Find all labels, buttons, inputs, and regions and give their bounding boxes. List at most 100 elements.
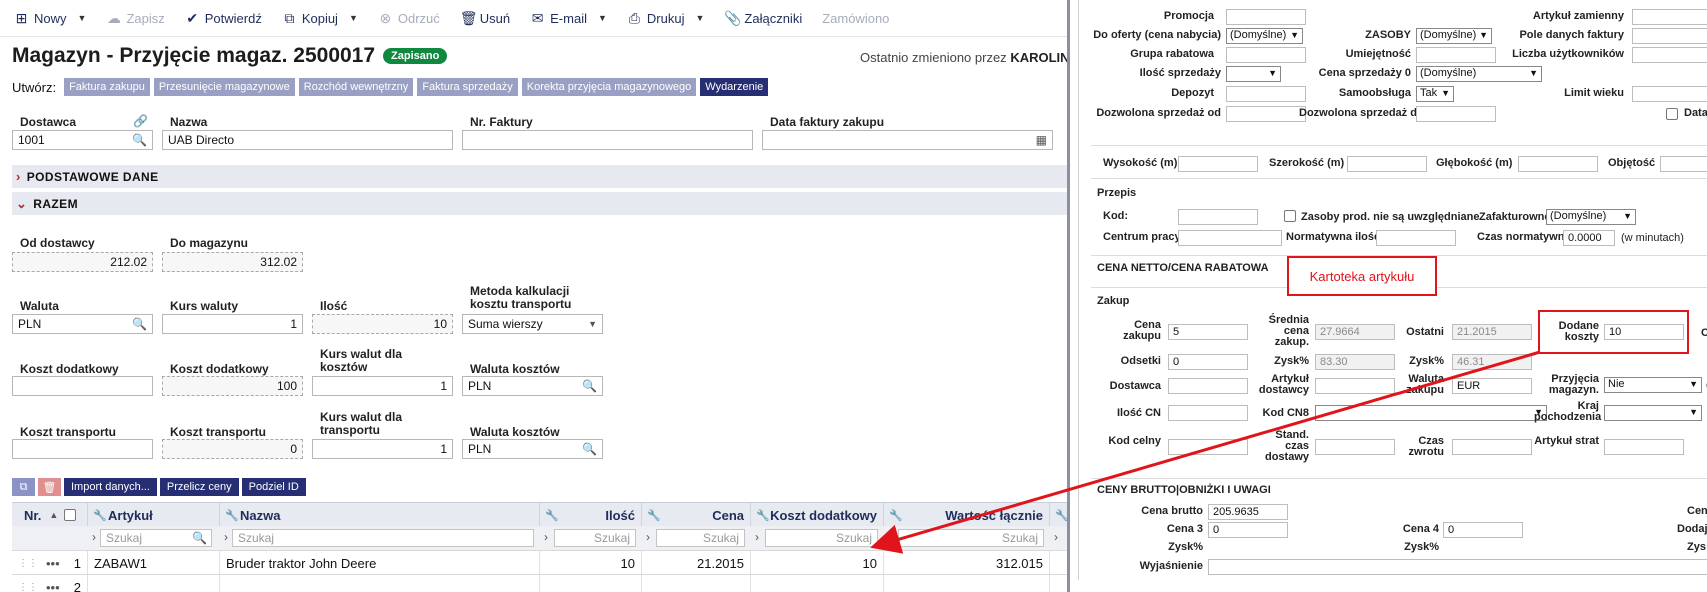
purchase-currency-input[interactable]: EUR	[1452, 378, 1532, 394]
row-menu-icon[interactable]: •••	[46, 580, 60, 592]
explanation-input[interactable]	[1208, 559, 1707, 575]
self-service-select[interactable]: Tak ▼	[1416, 86, 1454, 102]
supplier-input[interactable]: 1001 🔍	[12, 130, 153, 150]
new-button[interactable]: ⊞ Nowy ▼	[14, 10, 87, 27]
save-button[interactable]: ☁ Zapisz	[106, 10, 165, 27]
email-button[interactable]: ✉ E-mail ▼	[530, 10, 607, 27]
norm-time-input[interactable]: 0.0000	[1563, 230, 1615, 246]
replaced-article-input[interactable]	[1632, 9, 1707, 25]
loss-article-input[interactable]	[1604, 439, 1684, 455]
transport-rate-input[interactable]: 1	[312, 439, 453, 459]
customs-input[interactable]	[1168, 439, 1248, 455]
delete-rows-button[interactable]: 🗑	[38, 478, 61, 496]
sale-qty-select[interactable]: ▼	[1226, 66, 1281, 82]
price3-input[interactable]: 0	[1208, 522, 1288, 538]
search-price-input[interactable]: Szukaj	[656, 529, 745, 547]
cost-currency-input[interactable]: PLN 🔍	[462, 376, 603, 396]
copy-rows-button[interactable]: ⧉	[12, 478, 35, 496]
cell-m[interactable]	[1050, 551, 1067, 575]
cell-article[interactable]: ZABAW1	[88, 551, 220, 575]
name-input[interactable]: UAB Directo	[162, 130, 453, 150]
search-article-input[interactable]: Szukaj 🔍	[100, 529, 212, 547]
date-checkbox[interactable]	[1666, 108, 1678, 120]
attachments-button[interactable]: 📎 Załączniki	[724, 10, 802, 27]
create-purchase-invoice[interactable]: Faktura zakupu	[64, 78, 150, 96]
sale-to-input[interactable]	[1416, 106, 1496, 122]
delivery-time-input[interactable]	[1315, 439, 1395, 455]
transport-currency-input[interactable]: PLN 🔍	[462, 439, 603, 459]
transport-method-select[interactable]: Suma wierszy ▼	[462, 314, 603, 334]
cell-m[interactable]	[1050, 575, 1067, 592]
cell-total[interactable]	[884, 575, 1050, 592]
section-basic-data[interactable]: › PODSTAWOWE DANE	[12, 165, 1067, 188]
row-handle[interactable]: ⋮⋮ ••• 2	[12, 575, 88, 592]
col-m[interactable]: 🔧M	[1050, 503, 1067, 527]
search-extra-input[interactable]: Szukaj	[765, 529, 878, 547]
cost-rate-input[interactable]: 1	[312, 376, 453, 396]
cell-total[interactable]: 312.015	[884, 551, 1050, 575]
cn-qty-input[interactable]	[1168, 405, 1248, 421]
supplier-input[interactable]	[1168, 378, 1248, 394]
cell-name[interactable]: Bruder traktor John Deere	[220, 551, 540, 575]
to-offer-select[interactable]: (Domyślne) ▼	[1226, 28, 1303, 44]
calendar-icon[interactable]: ▦	[1036, 133, 1047, 147]
price4-input[interactable]: 0	[1443, 522, 1523, 538]
return-time-input[interactable]	[1452, 439, 1532, 455]
reject-button[interactable]: ⊗ Odrzuć	[378, 10, 440, 27]
split-id-button[interactable]: Podziel ID	[241, 478, 306, 496]
gross-price-input[interactable]: 205.9635	[1208, 504, 1288, 520]
chevron-down-icon[interactable]: ▼	[598, 13, 607, 23]
col-article[interactable]: 🔧 Artykuł	[88, 503, 220, 527]
col-nr[interactable]: Nr. ▲	[12, 503, 88, 527]
drag-handle-icon[interactable]: ⋮⋮	[18, 558, 38, 569]
table-row[interactable]: ⋮⋮ ••• 2	[12, 574, 1067, 592]
create-event[interactable]: Wydarzenie	[700, 78, 769, 96]
width-input[interactable]	[1347, 156, 1427, 172]
deposit-input[interactable]	[1226, 86, 1306, 102]
promo-input[interactable]	[1226, 9, 1306, 25]
height-input[interactable]	[1178, 156, 1258, 172]
discount-group-input[interactable]	[1226, 47, 1306, 63]
recalc-prices-button[interactable]: Przelicz ceny	[159, 478, 239, 496]
origin-select[interactable]: ▼	[1604, 405, 1702, 421]
cell-price[interactable]	[642, 575, 751, 592]
drag-handle-icon[interactable]: ⋮⋮	[18, 582, 38, 592]
chevron-down-icon[interactable]: ▼	[349, 13, 358, 23]
cell-extra-cost[interactable]	[751, 575, 884, 592]
currency-input[interactable]: PLN 🔍	[12, 314, 153, 334]
search-icon[interactable]: 🔍	[192, 531, 207, 545]
not-included-checkbox[interactable]	[1284, 210, 1296, 222]
confirm-button[interactable]: ✔ Potwierdź	[185, 10, 261, 27]
col-extra-cost[interactable]: 🔧 Koszt dodatkowy	[751, 503, 884, 527]
completed-select[interactable]: (Domyślne) ▼	[1546, 209, 1636, 225]
row-menu-icon[interactable]: •••	[46, 556, 60, 571]
select-all-checkbox[interactable]	[64, 509, 77, 521]
users-input[interactable]	[1632, 47, 1707, 63]
cell-qty[interactable]: 10	[540, 551, 642, 575]
depth-input[interactable]	[1518, 156, 1598, 172]
norm-qty-input[interactable]	[1376, 230, 1456, 246]
chevron-down-icon[interactable]: ▼	[78, 13, 87, 23]
import-button[interactable]: Import danych...	[64, 478, 157, 496]
sale-from-input[interactable]	[1226, 106, 1306, 122]
search-icon[interactable]: 🔍	[582, 442, 597, 456]
cell-qty[interactable]	[540, 575, 642, 592]
search-icon[interactable]: 🔍	[582, 379, 597, 393]
col-total[interactable]: 🔧 Wartość łącznie	[884, 503, 1050, 527]
extra-cost-input[interactable]	[12, 376, 153, 396]
receipt-select[interactable]: Nie ▼	[1604, 377, 1702, 393]
sort-icon[interactable]: ▲	[49, 510, 58, 520]
interest-input[interactable]: 0	[1168, 354, 1248, 370]
create-sales-invoice[interactable]: Faktura sprzedaży	[417, 78, 518, 96]
cell-price[interactable]: 21.2015	[642, 551, 751, 575]
cell-extra-cost[interactable]: 10	[751, 551, 884, 575]
print-button[interactable]: ⎙ Drukuj ▼	[627, 10, 705, 27]
cell-name[interactable]	[220, 575, 540, 592]
volume-input[interactable]	[1660, 156, 1707, 172]
invoice-field-input[interactable]	[1632, 28, 1707, 44]
order-button[interactable]: Zamówiono	[822, 11, 889, 26]
age-limit-input[interactable]	[1632, 86, 1707, 102]
transport-input[interactable]	[12, 439, 153, 459]
table-row[interactable]: ⋮⋮ ••• 1 ZABAW1 Bruder traktor John Deere …	[12, 550, 1067, 575]
code-input[interactable]	[1178, 209, 1258, 225]
